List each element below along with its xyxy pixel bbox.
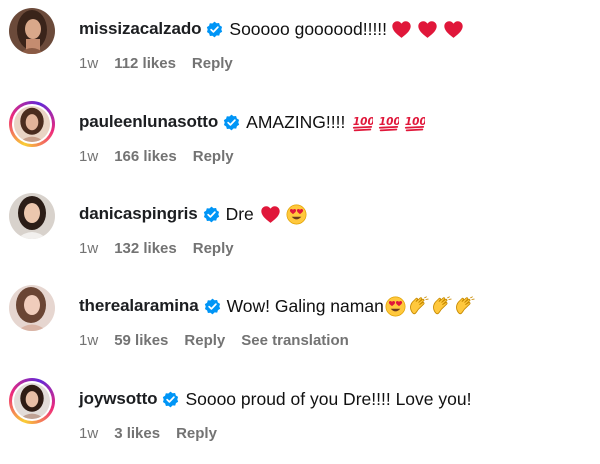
verified-badge-icon <box>203 206 220 223</box>
comments-list: missizacalzado Sooooo goooood!!!!! 1w 11… <box>0 0 600 449</box>
avatar-image <box>9 285 55 331</box>
comment-item: pauleenlunasotto AMAZING!!!! 100 100 100… <box>0 97 600 187</box>
comment-username[interactable]: danicaspingris <box>79 203 198 225</box>
comment-username[interactable]: joywsotto <box>79 388 158 410</box>
avatar-image <box>14 106 50 142</box>
verified-badge-icon <box>204 298 221 315</box>
comment-meta: 1w 3 likes Reply <box>79 424 233 444</box>
comment-timestamp: 1w <box>79 55 99 72</box>
reply-button[interactable]: Reply <box>176 424 217 444</box>
likes-count[interactable]: 132 likes <box>114 239 177 259</box>
comment-item: danicaspingris Dre 1w 132 likes Reply <box>0 189 600 279</box>
likes-count[interactable]: 3 likes <box>114 424 160 444</box>
comment-meta: 1w 59 likes Reply See translation <box>79 331 365 351</box>
comment-meta: 1w 166 likes Reply <box>79 147 250 167</box>
comment-meta: 1w 132 likes Reply <box>79 239 250 259</box>
avatar[interactable] <box>9 285 55 331</box>
comment-meta: 1w 112 likes Reply <box>79 54 249 74</box>
red-heart-icon <box>391 19 412 40</box>
comment-item: therealaramina Wow! Galing naman 1w 59 l… <box>0 281 600 371</box>
likes-count[interactable]: 59 likes <box>114 331 168 351</box>
heart-eyes-icon <box>385 296 406 317</box>
red-heart-icon <box>443 19 464 40</box>
avatar[interactable] <box>9 101 55 147</box>
hundred-points-icon: 100 <box>404 112 425 133</box>
comment-item: missizacalzado Sooooo goooood!!!!! 1w 11… <box>0 4 600 94</box>
comment-timestamp: 1w <box>79 425 99 442</box>
comment-item: joywsotto Soooo proud of you Dre!!!! Lov… <box>0 374 600 464</box>
likes-count[interactable]: 166 likes <box>114 147 177 167</box>
comment-text: Dre <box>225 204 254 224</box>
comment-text: Soooo proud of you Dre!!!! Love you! <box>185 389 472 409</box>
reply-button[interactable]: Reply <box>184 331 225 351</box>
avatar-image <box>14 383 50 419</box>
reply-button[interactable]: Reply <box>193 147 234 167</box>
hundred-points-icon: 100 <box>378 112 399 133</box>
heart-eyes-icon <box>286 204 307 225</box>
reply-button[interactable]: Reply <box>192 54 233 74</box>
comment-username[interactable]: missizacalzado <box>79 18 201 40</box>
avatar[interactable] <box>9 8 55 54</box>
clapping-hands-icon <box>408 295 429 317</box>
clapping-hands-icon <box>431 295 452 317</box>
comment-text: Sooooo goooood!!!!! <box>229 19 388 39</box>
verified-badge-icon <box>206 21 223 38</box>
clapping-hands-icon <box>454 295 475 317</box>
red-heart-icon <box>260 204 281 225</box>
comment-text: Wow! Galing naman <box>226 296 384 316</box>
avatar-image <box>9 193 55 239</box>
verified-badge-icon <box>223 114 240 131</box>
comment-username[interactable]: pauleenlunasotto <box>79 111 218 133</box>
avatar[interactable] <box>9 378 55 424</box>
reply-button[interactable]: Reply <box>193 239 234 259</box>
comment-text: AMAZING!!!! <box>246 112 346 132</box>
likes-count[interactable]: 112 likes <box>114 54 176 74</box>
comment-timestamp: 1w <box>79 148 99 165</box>
red-heart-icon <box>417 19 438 40</box>
comment-username[interactable]: therealaramina <box>79 295 199 317</box>
comment-timestamp: 1w <box>79 332 99 349</box>
hundred-points-icon: 100 <box>352 112 373 133</box>
verified-badge-icon <box>162 391 179 408</box>
avatar[interactable] <box>9 193 55 239</box>
avatar-image <box>9 8 55 54</box>
see-translation-button[interactable]: See translation <box>241 331 349 351</box>
comment-timestamp: 1w <box>79 240 99 257</box>
